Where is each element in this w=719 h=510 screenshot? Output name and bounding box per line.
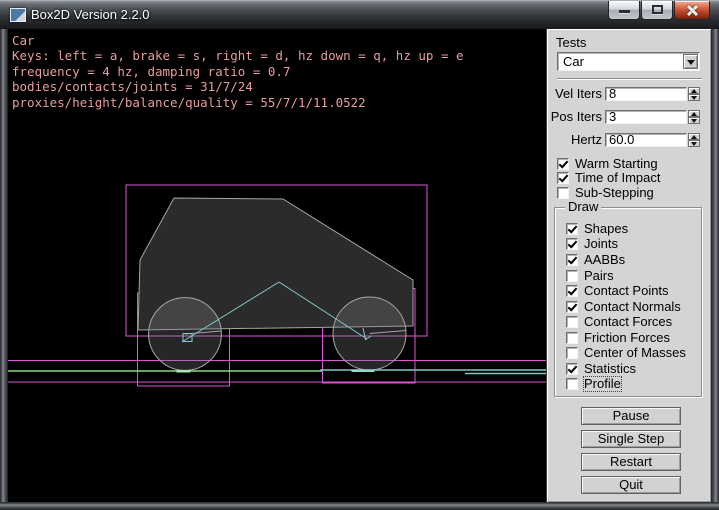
shapes-checkbox[interactable]	[566, 223, 578, 235]
joints-label: Joints	[584, 237, 618, 251]
vel-iters-label: Vel Iters	[547, 87, 602, 101]
right-contact-point	[352, 370, 375, 373]
hertz-stepper	[688, 133, 700, 147]
time-of-impact-checkbox[interactable]	[557, 172, 569, 184]
frequency-line: frequency = 4 hz, damping ratio = 0.7	[12, 64, 464, 79]
warm-starting-checkbox[interactable]	[557, 158, 569, 170]
arrow-up-icon	[691, 112, 697, 116]
shapes-label: Shapes	[584, 222, 628, 236]
center-of-masses-checkbox[interactable]	[566, 347, 578, 359]
contact-normals-checkbox[interactable]	[566, 301, 578, 313]
vel-iters-row: Vel Iters 8	[547, 87, 712, 101]
contact-points-checkbox[interactable]	[566, 285, 578, 297]
vel-iters-down-button[interactable]	[688, 94, 700, 101]
pos-iters-up-button[interactable]	[688, 110, 700, 117]
window-border-left	[0, 29, 8, 510]
vel-iters-input[interactable]: 8	[605, 87, 687, 101]
app-window: Box2D Version 2.2.0	[0, 0, 719, 510]
control-panel: Tests Car Vel Iters 8 Pos Iters 3 Hertz …	[546, 29, 711, 502]
minimize-icon	[619, 10, 630, 13]
friction-forces-label: Friction Forces	[584, 331, 670, 345]
vel-iters-stepper	[688, 87, 700, 101]
arrow-down-icon	[691, 119, 697, 123]
profile-checkbox[interactable]	[566, 378, 578, 390]
aabbs-label: AABBs	[584, 253, 625, 267]
single-step-button[interactable]: Single Step	[581, 430, 681, 448]
friction-forces-checkbox[interactable]	[566, 332, 578, 344]
proxies-stats-line: proxies/height/balance/quality = 55/7/1/…	[12, 95, 464, 110]
separator	[557, 78, 702, 80]
maximize-button[interactable]	[641, 1, 673, 20]
close-button[interactable]	[674, 1, 710, 20]
chevron-down-icon	[687, 60, 695, 65]
minimize-button[interactable]	[608, 1, 640, 20]
title-bar[interactable]: Box2D Version 2.2.0	[0, 0, 719, 29]
stats-overlay: Car Keys: left = a, brake = s, right = d…	[12, 33, 464, 110]
quit-button[interactable]: Quit	[581, 476, 681, 494]
arrow-down-icon	[691, 96, 697, 100]
contact-points-label: Contact Points	[584, 284, 669, 298]
sub-stepping-checkbox[interactable]	[557, 187, 569, 199]
window-title: Box2D Version 2.2.0	[31, 1, 150, 30]
tests-dropdown-value: Car	[563, 55, 584, 69]
pos-iters-row: Pos Iters 3	[547, 110, 712, 124]
hertz-up-button[interactable]	[688, 133, 700, 140]
statistics-checkbox[interactable]	[566, 363, 578, 375]
time-of-impact-label: Time of Impact	[575, 171, 660, 185]
contact-forces-label: Contact Forces	[584, 315, 672, 329]
restart-button[interactable]: Restart	[581, 453, 681, 471]
hertz-down-button[interactable]	[688, 140, 700, 147]
pos-iters-stepper	[688, 110, 700, 124]
draw-group-label: Draw	[565, 200, 601, 214]
simulation-canvas[interactable]: Car Keys: left = a, brake = s, right = d…	[8, 29, 546, 502]
profile-label: Profile	[584, 377, 621, 391]
sub-stepping-label: Sub-Stepping	[575, 186, 654, 200]
center-of-masses-label: Center of Masses	[584, 346, 686, 360]
pos-iters-down-button[interactable]	[688, 117, 700, 124]
draw-group: Draw Shapes Joints AABBs Pairs Contact P…	[554, 207, 702, 397]
window-border-bottom	[0, 502, 719, 510]
hertz-input[interactable]: 60.0	[605, 133, 687, 147]
statistics-label: Statistics	[584, 362, 636, 376]
pos-iters-label: Pos Iters	[547, 110, 602, 124]
vel-iters-up-button[interactable]	[688, 87, 700, 94]
window-controls	[608, 1, 710, 20]
pairs-label: Pairs	[584, 269, 614, 283]
pause-button[interactable]: Pause	[581, 407, 681, 425]
contact-forces-checkbox[interactable]	[566, 316, 578, 328]
window-border-right	[711, 29, 719, 510]
bodies-stats-line: bodies/contacts/joints = 31/7/24	[12, 79, 464, 94]
tests-dropdown[interactable]: Car	[557, 52, 700, 71]
arrow-up-icon	[691, 89, 697, 93]
contact-normals-label: Contact Normals	[584, 300, 681, 314]
pos-iters-input[interactable]: 3	[605, 110, 687, 124]
arrow-down-icon	[691, 142, 697, 146]
tests-label: Tests	[556, 35, 586, 50]
close-icon	[686, 4, 699, 17]
arrow-up-icon	[691, 135, 697, 139]
app-icon[interactable]	[10, 8, 26, 22]
left-contact-point	[177, 370, 191, 373]
hertz-row: Hertz 60.0	[547, 133, 712, 147]
test-title: Car	[12, 33, 464, 48]
maximize-icon	[652, 5, 663, 14]
pairs-checkbox[interactable]	[566, 270, 578, 282]
keys-help-line: Keys: left = a, brake = s, right = d, hz…	[12, 48, 464, 63]
hertz-label: Hertz	[547, 133, 602, 147]
aabbs-checkbox[interactable]	[566, 254, 578, 266]
warm-starting-label: Warm Starting	[575, 157, 658, 171]
dropdown-arrow-button[interactable]	[683, 54, 698, 69]
joints-checkbox[interactable]	[566, 238, 578, 250]
